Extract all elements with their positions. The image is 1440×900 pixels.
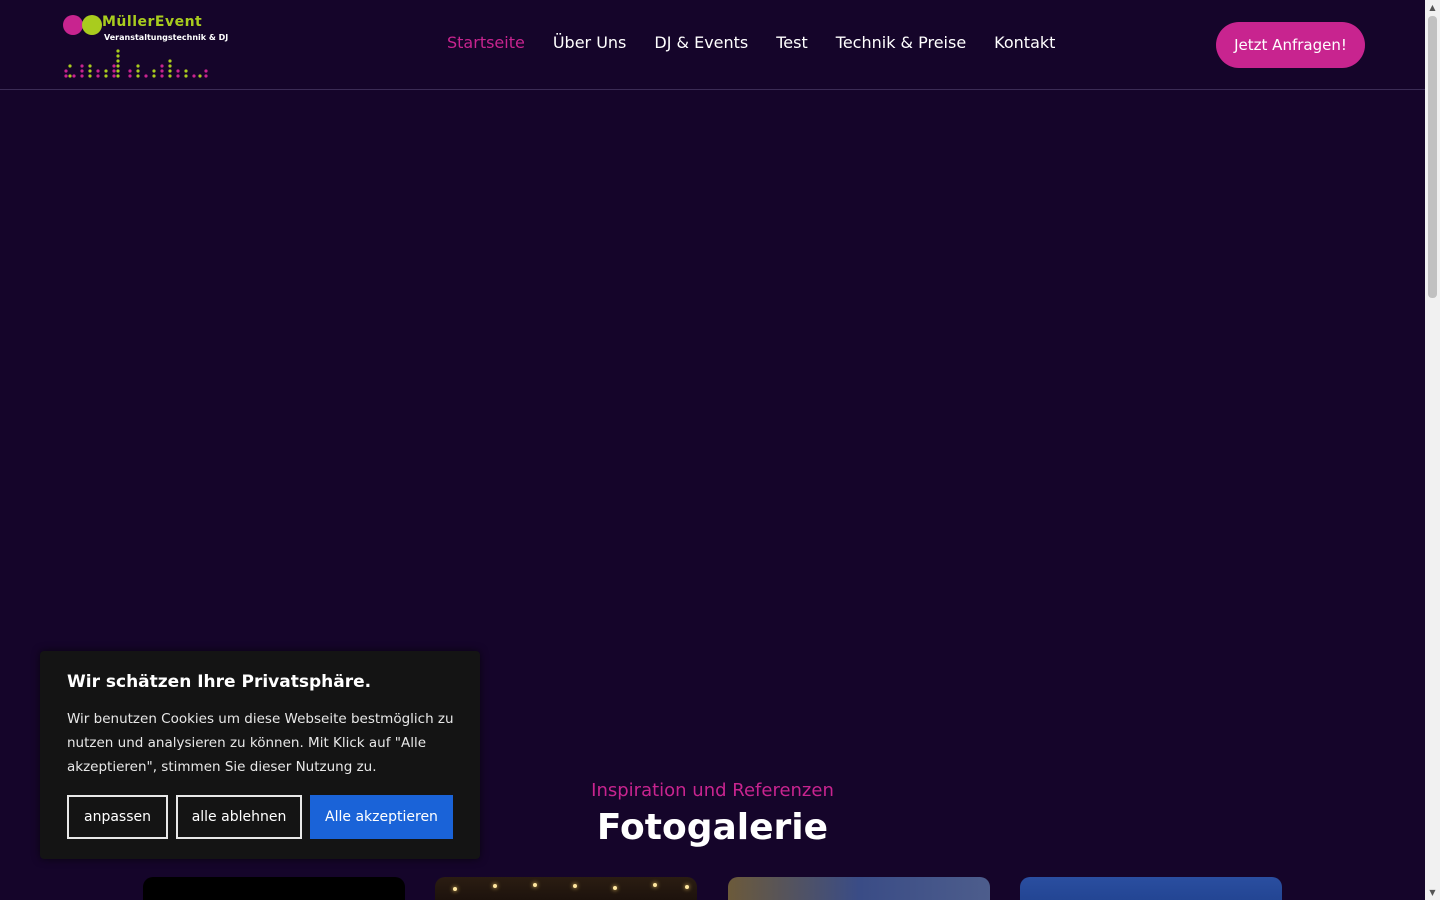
cookie-accept-button[interactable]: Alle akzeptieren	[310, 795, 453, 839]
cookie-title: Wir schätzen Ihre Privatsphäre.	[67, 672, 372, 692]
cookie-text: Wir benutzen Cookies um diese Webseite b…	[67, 711, 454, 775]
page-scrollbar[interactable]: ▲ ▼	[1425, 0, 1440, 900]
nav-item-startseite[interactable]: Startseite	[447, 33, 525, 52]
nav-item-dj-events[interactable]: DJ & Events	[654, 33, 748, 52]
page: MüllerEvent Veranstaltungstechnik & DJ S…	[0, 0, 1425, 900]
logo[interactable]: MüllerEvent Veranstaltungstechnik & DJ	[62, 12, 228, 80]
site-header: MüllerEvent Veranstaltungstechnik & DJ S…	[0, 0, 1425, 90]
cookie-banner: Wir schätzen Ihre Privatsphäre. Wir benu…	[40, 651, 480, 859]
gallery-image[interactable]	[435, 877, 697, 900]
gallery-image[interactable]	[728, 877, 990, 900]
gallery-image[interactable]	[143, 877, 405, 900]
request-button[interactable]: Jetzt Anfragen!	[1216, 22, 1365, 68]
logo-tagline: Veranstaltungstechnik & DJ	[104, 33, 229, 42]
cookie-reject-button[interactable]: alle ablehnen	[176, 795, 302, 839]
logo-name: MüllerEvent	[102, 14, 203, 30]
scroll-up-icon[interactable]: ▲	[1425, 0, 1440, 15]
nav-item-test[interactable]: Test	[776, 33, 808, 52]
scrollbar-thumb[interactable]	[1428, 16, 1437, 298]
nav-item-kontakt[interactable]: Kontakt	[994, 33, 1055, 52]
scroll-down-icon[interactable]: ▼	[1425, 885, 1440, 900]
gallery-thumbnails	[143, 877, 1283, 900]
cookie-customize-button[interactable]: anpassen	[67, 795, 168, 839]
nav-item-ueber-uns[interactable]: Über Uns	[553, 33, 627, 52]
gallery-image[interactable]	[1020, 877, 1282, 900]
nav-item-technik-preise[interactable]: Technik & Preise	[836, 33, 966, 52]
main-nav: Startseite Über Uns DJ & Events Test Tec…	[447, 33, 1055, 52]
